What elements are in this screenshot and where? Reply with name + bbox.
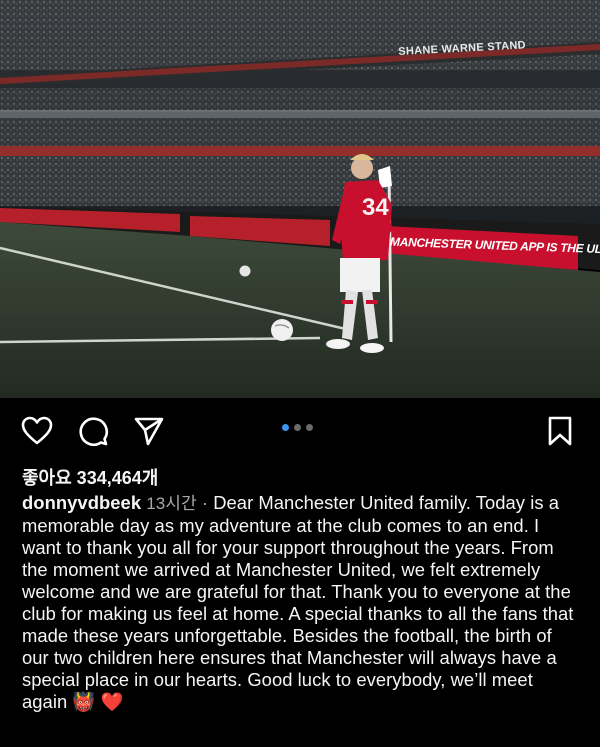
jersey-number: 34 bbox=[362, 194, 389, 221]
stadium-scene bbox=[0, 0, 600, 398]
heart-icon[interactable] bbox=[20, 414, 54, 448]
carousel-dot bbox=[306, 424, 313, 431]
username-link[interactable]: donnyvdbeek bbox=[22, 492, 141, 513]
comment-icon[interactable] bbox=[76, 414, 110, 448]
like-count[interactable]: 좋아요 334,464개 bbox=[22, 464, 158, 490]
caption-emojis: 👹 ❤️ bbox=[72, 691, 124, 712]
post-photo[interactable]: SHANE WARNE STAND MANCHESTER UNITED APP … bbox=[0, 0, 600, 398]
post-time: 13시간 bbox=[146, 494, 197, 513]
post-caption: donnyvdbeek 13시간 · Dear Manchester Unite… bbox=[22, 492, 578, 713]
bookmark-icon[interactable] bbox=[543, 414, 577, 448]
carousel-indicator bbox=[282, 424, 313, 431]
separator: · bbox=[201, 492, 209, 513]
action-bar bbox=[0, 398, 600, 460]
carousel-dot-active bbox=[282, 424, 289, 431]
send-icon[interactable] bbox=[132, 414, 166, 448]
carousel-dot bbox=[294, 424, 301, 431]
caption-text: Dear Manchester United family. Today is … bbox=[22, 492, 574, 712]
